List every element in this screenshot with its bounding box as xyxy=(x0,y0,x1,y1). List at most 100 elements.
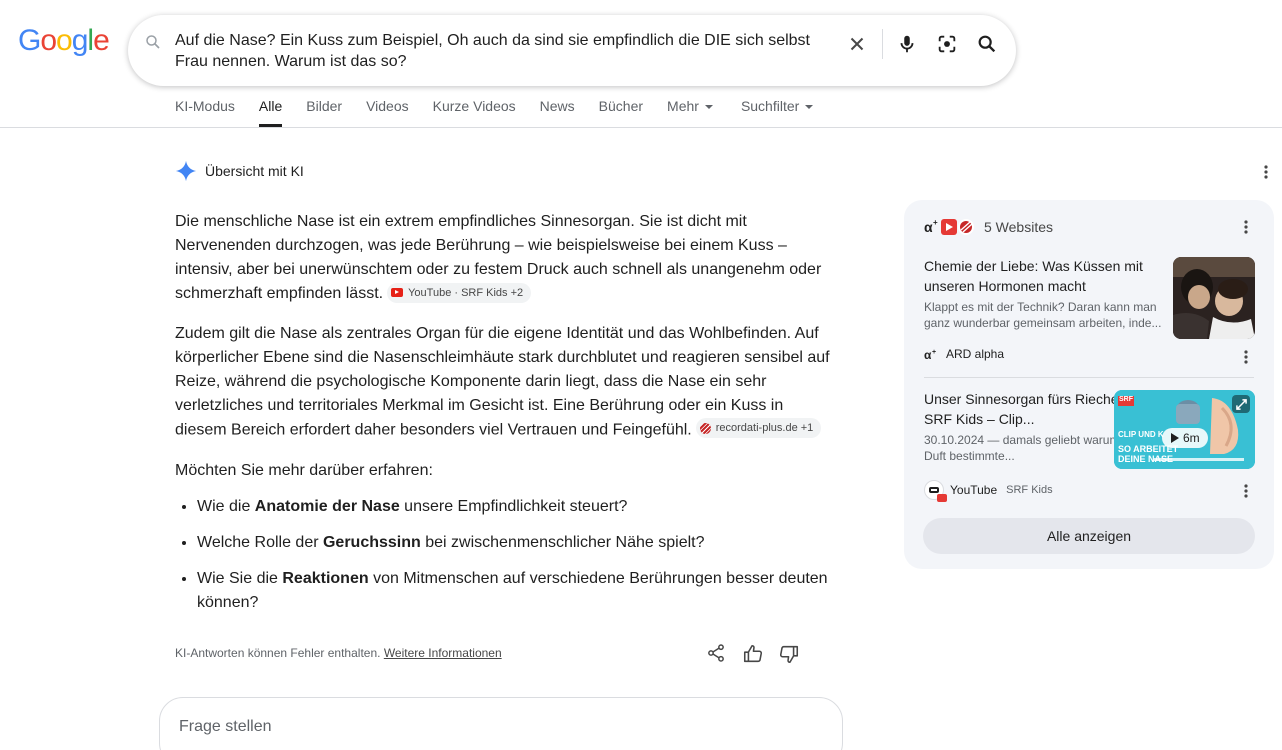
thumbs-down-icon xyxy=(779,645,799,664)
ai-overview-menu-button[interactable] xyxy=(1258,163,1274,186)
chevron-down-icon xyxy=(704,105,713,110)
sources-header[interactable]: α + 5 Websites xyxy=(924,216,1053,238)
sources-menu-button[interactable] xyxy=(1238,218,1254,241)
youtube-badge-icon xyxy=(937,494,947,502)
search-icon xyxy=(146,35,160,49)
show-all-button[interactable]: Alle anzeigen xyxy=(923,518,1255,554)
thumbs-down-button[interactable] xyxy=(778,643,800,665)
ard-alpha-icon: α + xyxy=(924,348,936,361)
source-chip[interactable]: recordati-plus.de +1 xyxy=(695,418,822,438)
more-vert-icon xyxy=(1244,350,1248,364)
source-card-thumbnail[interactable] xyxy=(1173,257,1255,339)
svg-text:+: + xyxy=(933,218,938,227)
logo-letter: o xyxy=(40,24,57,57)
svg-text:α: α xyxy=(924,219,933,235)
more-info-link[interactable]: Weitere Informationen xyxy=(384,646,502,660)
list-bold: Geruchssinn xyxy=(322,533,421,551)
list-text: Wie Sie die xyxy=(197,569,283,587)
tab-news[interactable]: News xyxy=(540,98,575,127)
microphone-icon xyxy=(900,35,914,53)
tab-bilder[interactable]: Bilder xyxy=(306,98,342,127)
ask-question-input[interactable]: Frage stellen xyxy=(159,697,843,750)
play-icon xyxy=(1171,433,1179,443)
share-icon xyxy=(708,644,724,662)
search-divider xyxy=(882,29,883,59)
card-divider xyxy=(924,377,1254,378)
svg-text:α: α xyxy=(924,348,932,361)
logo-letter: e xyxy=(93,24,110,57)
clear-button[interactable] xyxy=(842,29,872,59)
tab-videos[interactable]: Videos xyxy=(366,98,409,127)
source-card-title[interactable]: Chemie der Liebe: Was Küssen mit unseren… xyxy=(924,256,1164,296)
list-text: unsere Empfindlichkeit steuert? xyxy=(399,497,628,515)
list-bold: Reaktionen xyxy=(282,569,369,587)
source-card-description: Klappt es mit der Technik? Daran kann ma… xyxy=(924,300,1162,330)
search-tabs: KI-Modus Alle Bilder Videos Kurze Videos… xyxy=(175,98,837,127)
source-card-menu-button[interactable] xyxy=(1238,348,1254,371)
recordati-icon xyxy=(699,422,711,434)
gemini-sparkle-icon xyxy=(175,160,197,182)
video-badge: SRF xyxy=(1119,396,1133,403)
search-box[interactable]: Auf die Nase? Ein Kuss zum Beispiel, Oh … xyxy=(128,15,1016,86)
source-chip[interactable]: YouTube · SRF Kids +2 xyxy=(387,282,532,303)
thumbs-up-icon xyxy=(743,644,763,663)
tab-kurze-videos[interactable]: Kurze Videos xyxy=(433,98,516,127)
svg-text:+: + xyxy=(932,349,936,356)
source-card-site[interactable]: α + ARD alpha xyxy=(924,347,1004,361)
video-duration: 6m xyxy=(1183,431,1200,445)
source-name: ARD alpha xyxy=(946,347,1005,361)
source-chip-label: recordati-plus.de +1 xyxy=(715,422,814,434)
tab-suchfilter-label: Suchfilter xyxy=(740,98,800,114)
more-vert-icon xyxy=(1244,220,1248,234)
list-item: Welche Rolle der Geruchssinn bei zwische… xyxy=(197,531,835,555)
list-bold: Anatomie der Nase xyxy=(254,497,400,515)
camera-icon xyxy=(938,35,956,53)
kiss-photo-image xyxy=(1173,257,1255,339)
list-text: bei zwischenmenschlicher Nähe spielt? xyxy=(420,533,705,551)
youtube-icon xyxy=(391,288,404,297)
expand-video-button[interactable] xyxy=(1232,395,1250,413)
source-card-site[interactable]: YouTube SRF Kids xyxy=(924,480,1053,502)
tab-mehr-label: Mehr xyxy=(667,98,699,114)
more-vert-icon xyxy=(1244,484,1248,498)
source-favicons-icon: α + xyxy=(924,218,974,235)
close-icon xyxy=(850,37,864,51)
search-submit-button[interactable] xyxy=(972,29,1002,59)
list-text: Welche Rolle der xyxy=(197,533,323,551)
google-logo[interactable]: Google xyxy=(18,24,110,58)
search-input[interactable]: Auf die Nase? Ein Kuss zum Beispiel, Oh … xyxy=(175,30,825,72)
list-text: Wie die xyxy=(197,497,255,515)
answer-paragraph: Die menschliche Nase ist ein extrem empf… xyxy=(175,210,835,306)
thumbs-up-button[interactable] xyxy=(742,643,764,665)
srf-kids-icon xyxy=(924,480,947,502)
lens-search-button[interactable] xyxy=(932,29,962,59)
tab-mehr[interactable]: Mehr xyxy=(667,98,713,127)
share-button[interactable] xyxy=(706,643,728,665)
logo-letter: g xyxy=(71,24,89,57)
source-chip-label: YouTube · SRF Kids +2 xyxy=(408,286,524,299)
chevron-down-icon xyxy=(805,105,814,110)
video-thumbnail[interactable]: SRF CLIP UND K SO ARBEITET DEINE NASE 6m xyxy=(1114,390,1255,469)
search-icon xyxy=(978,35,996,53)
voice-search-button[interactable] xyxy=(892,29,922,59)
ai-disclaimer: KI-Antworten können Fehler enthalten. We… xyxy=(175,646,502,660)
source-card-menu-button[interactable] xyxy=(1238,482,1254,505)
disclaimer-text: KI-Antworten können Fehler enthalten. xyxy=(175,646,381,660)
tab-buecher[interactable]: Bücher xyxy=(599,98,643,127)
list-item: Wie Sie die Reaktionen von Mitmenschen a… xyxy=(197,567,835,615)
expand-icon xyxy=(1235,398,1247,410)
tab-ki-modus[interactable]: KI-Modus xyxy=(175,98,235,127)
logo-letter: o xyxy=(56,24,73,57)
source-channel: SRF Kids xyxy=(1006,484,1053,496)
sources-panel: α + 5 Websites Chemie der Liebe: Was Küs… xyxy=(904,200,1274,569)
source-name: YouTube xyxy=(950,483,998,497)
ask-placeholder: Frage stellen xyxy=(179,718,272,735)
sources-count: 5 Websites xyxy=(984,219,1053,235)
more-prompt: Möchten Sie mehr darüber erfahren: xyxy=(175,461,433,479)
followup-list: Wie die Anatomie der Nase unsere Empfind… xyxy=(197,495,835,615)
ai-answer: Die menschliche Nase ist ein extrem empf… xyxy=(175,210,835,627)
video-duration-badge: 6m xyxy=(1162,428,1208,448)
tab-suchfilter[interactable]: Suchfilter xyxy=(740,98,814,127)
ai-overview-title: Übersicht mit KI xyxy=(205,163,304,179)
tab-alle[interactable]: Alle xyxy=(258,98,283,127)
